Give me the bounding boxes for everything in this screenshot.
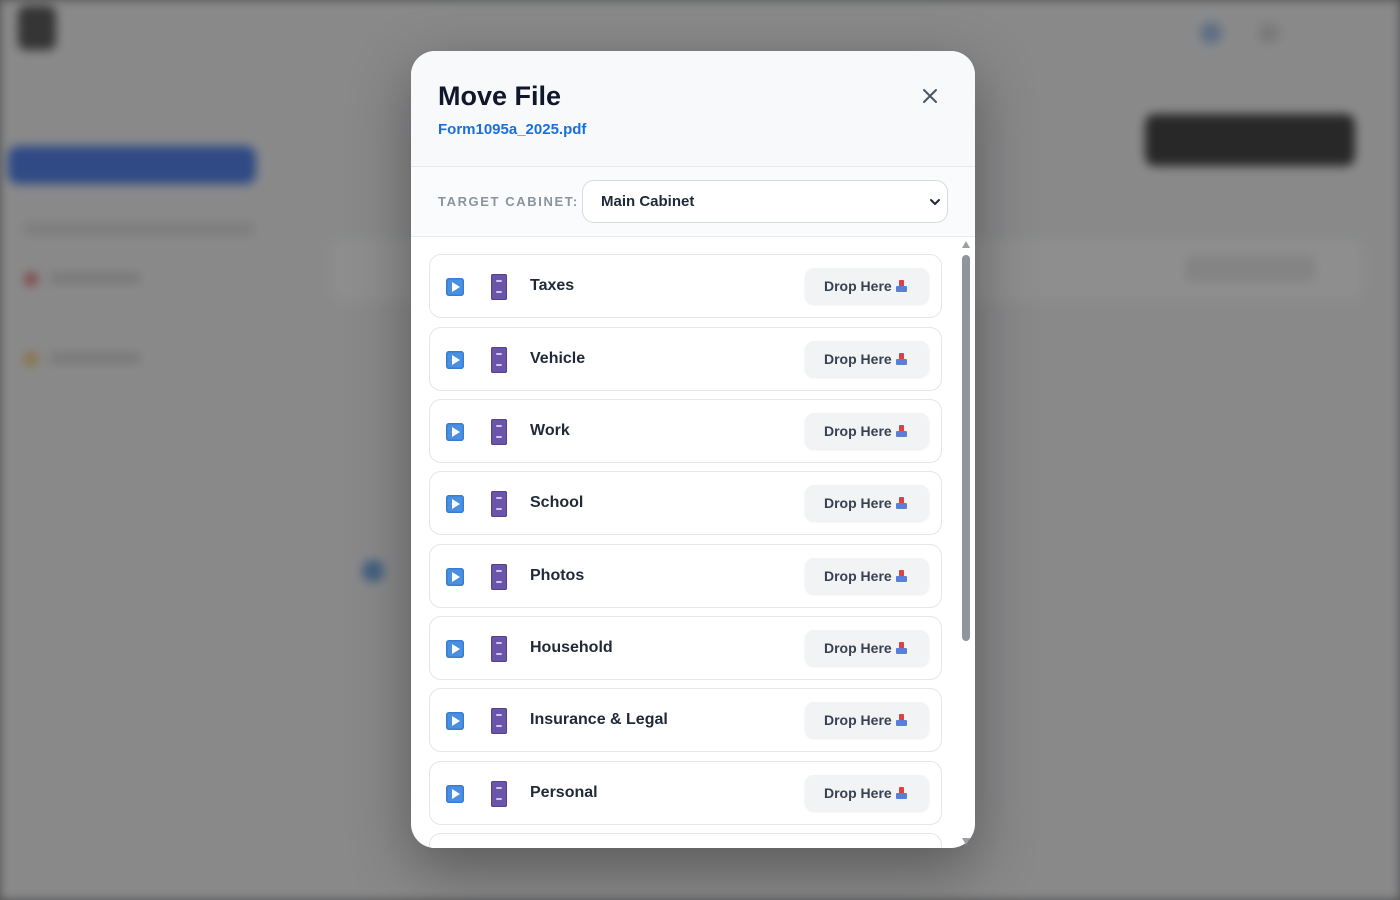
list-item[interactable]: Personal Drop Here: [429, 761, 942, 825]
expand-icon[interactable]: [446, 712, 464, 730]
file-name: Form1095a_2025.pdf: [438, 121, 587, 138]
target-cabinet-select[interactable]: Main Cabinet: [582, 180, 948, 223]
drop-here-label: Drop Here: [824, 495, 892, 511]
file-cabinet-icon: [491, 419, 507, 445]
list-item[interactable]: School Drop Here: [429, 471, 942, 535]
drop-here-button[interactable]: Drop Here: [805, 558, 929, 594]
list-item[interactable]: Photos Drop Here: [429, 544, 942, 608]
list-item[interactable]: Household Drop Here: [429, 616, 942, 680]
expand-icon[interactable]: [446, 351, 464, 369]
file-cabinet-icon: [491, 781, 507, 807]
drop-here-label: Drop Here: [824, 351, 892, 367]
dialog-title: Move File: [438, 81, 562, 111]
inbox-tray-icon: [896, 280, 907, 292]
drop-here-button[interactable]: Drop Here: [805, 341, 929, 377]
file-cabinet-icon: [491, 708, 507, 734]
expand-icon[interactable]: [446, 423, 464, 441]
cabinet-name: Personal: [530, 784, 598, 801]
chevron-down-icon: [930, 199, 940, 205]
cabinet-list-scrollbar[interactable]: [959, 240, 973, 846]
dialog-header: Move File Form1095a_2025.pdf: [411, 51, 975, 167]
drop-here-button[interactable]: Drop Here: [805, 485, 929, 521]
target-cabinet-row: TARGET CABINET: Main Cabinet: [411, 167, 975, 237]
file-cabinet-icon: [491, 274, 507, 300]
inbox-tray-icon: [896, 714, 907, 726]
expand-icon[interactable]: [446, 568, 464, 586]
expand-icon[interactable]: [446, 785, 464, 803]
target-cabinet-value: Main Cabinet: [601, 193, 695, 210]
file-cabinet-icon: [491, 491, 507, 517]
drop-here-label: Drop Here: [824, 712, 892, 728]
cabinet-name: Work: [530, 422, 570, 439]
inbox-tray-icon: [896, 570, 907, 582]
drop-here-label: Drop Here: [824, 278, 892, 294]
list-item[interactable]: Vehicle Drop Here: [429, 327, 942, 391]
expand-icon[interactable]: [446, 640, 464, 658]
drop-here-label: Drop Here: [824, 423, 892, 439]
list-item[interactable]: Work Drop Here: [429, 399, 942, 463]
drop-here-label: Drop Here: [824, 785, 892, 801]
inbox-tray-icon: [896, 353, 907, 365]
list-item[interactable]: Taxes Drop Here: [429, 254, 942, 318]
close-button[interactable]: [917, 83, 943, 109]
drop-here-button[interactable]: Drop Here: [805, 630, 929, 666]
drop-here-button[interactable]: Drop Here: [805, 775, 929, 811]
scroll-thumb[interactable]: [962, 255, 970, 641]
close-icon: [923, 89, 937, 103]
drop-here-button[interactable]: Drop Here: [805, 268, 929, 304]
expand-icon[interactable]: [446, 495, 464, 513]
inbox-tray-icon: [896, 425, 907, 437]
file-cabinet-icon: [491, 347, 507, 373]
cabinet-name: Vehicle: [530, 350, 586, 367]
target-cabinet-label: TARGET CABINET:: [438, 194, 579, 209]
file-cabinet-icon: [491, 564, 507, 590]
cabinet-list[interactable]: Taxes Drop Here Vehicle Drop Here Work D…: [411, 238, 975, 848]
drop-here-button[interactable]: Drop Here: [805, 702, 929, 738]
inbox-tray-icon: [896, 787, 907, 799]
move-file-dialog: Move File Form1095a_2025.pdf TARGET CABI…: [411, 51, 975, 848]
cabinet-name: Household: [530, 639, 613, 656]
file-cabinet-icon: [491, 636, 507, 662]
expand-icon[interactable]: [446, 278, 464, 296]
scroll-down-arrow[interactable]: [962, 838, 970, 845]
list-item[interactable]: Insurance & Legal Drop Here: [429, 688, 942, 752]
inbox-tray-icon: [896, 497, 907, 509]
drop-here-label: Drop Here: [824, 640, 892, 656]
list-item-partial[interactable]: [429, 833, 942, 848]
cabinet-name: Photos: [530, 567, 585, 584]
scroll-up-arrow[interactable]: [962, 241, 970, 248]
cabinet-name: Taxes: [530, 277, 575, 294]
drop-here-button[interactable]: Drop Here: [805, 413, 929, 449]
cabinet-name: Insurance & Legal: [530, 711, 668, 728]
inbox-tray-icon: [896, 642, 907, 654]
cabinet-name: School: [530, 494, 584, 511]
drop-here-label: Drop Here: [824, 568, 892, 584]
